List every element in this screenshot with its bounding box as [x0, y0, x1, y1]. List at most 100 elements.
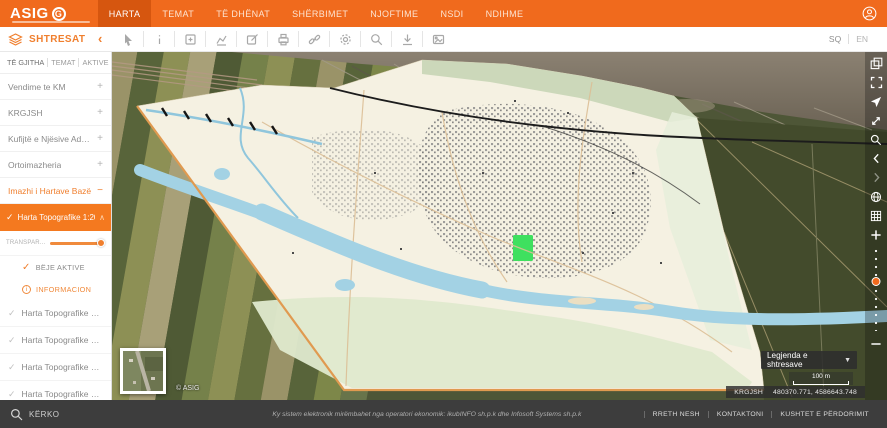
group-ortoimazheria[interactable]: Ortoimazheria+: [0, 152, 111, 178]
zoom-in-icon[interactable]: [869, 228, 883, 241]
nav-item-ndihme[interactable]: NDIHME: [475, 0, 535, 27]
layers-sidebar: TË GJITHA TEMAT AKTIVE ⚙ Vendime te KM+ …: [0, 52, 112, 400]
link-kontaktoni[interactable]: KONTAKTONI: [708, 411, 772, 418]
next-extent-icon[interactable]: [869, 171, 883, 184]
info-icon: i: [22, 285, 31, 294]
tab-aktive[interactable]: AKTIVE: [78, 58, 111, 67]
make-active-action[interactable]: ✓ BËJE AKTIVE: [0, 256, 111, 279]
sidebar-tabs: TË GJITHA TEMAT AKTIVE ⚙: [0, 52, 111, 74]
group-kufijte[interactable]: Kufijtë e Njësive Administra...+: [0, 126, 111, 152]
search-area: [10, 408, 210, 421]
transparency-label: TRANSPAR...: [6, 240, 45, 246]
asig-logo[interactable]: ASIG G: [0, 0, 80, 27]
lang-en-button[interactable]: EN: [848, 34, 875, 44]
check-icon: ✓: [6, 212, 14, 223]
check-icon: ✓: [8, 389, 16, 400]
legend-dropdown[interactable]: Legjenda e shtresave ▼: [761, 351, 857, 369]
select-tool-icon[interactable]: [112, 31, 143, 47]
check-icon: ✓: [8, 335, 16, 346]
scale-bar: 100 m: [789, 372, 853, 385]
nav-item-njoftime[interactable]: NJOFTIME: [359, 0, 429, 27]
stadium-green: [513, 235, 533, 261]
share-link-tool-icon[interactable]: [298, 31, 329, 47]
layer-harta-topografike-25k[interactable]: ✓Harta Topografike 1:25...: [0, 327, 111, 354]
search-input[interactable]: [29, 410, 169, 419]
print-tool-icon[interactable]: [267, 31, 298, 47]
footer-links: RRETH NESH KONTAKTONI KUSHTET E PËRDORIM…: [644, 411, 877, 418]
map-canvas[interactable]: © ASIG Legjenda e shtresave ▼ 100 m KRGJ…: [112, 52, 887, 400]
zoom-out-icon[interactable]: [869, 337, 883, 350]
tab-te-gjitha[interactable]: TË GJITHA: [4, 58, 47, 67]
nav-item-te-dhenat[interactable]: TË DHËNAT: [205, 0, 281, 27]
tab-temat[interactable]: TEMAT: [47, 58, 78, 67]
zoom-slider-handle[interactable]: [872, 277, 881, 286]
sandbar: [634, 304, 654, 310]
plus-icon: +: [97, 159, 103, 170]
globe-icon[interactable]: [869, 190, 883, 203]
grid-icon[interactable]: [869, 209, 883, 222]
basemap-switcher-icon[interactable]: [869, 57, 883, 70]
logo-subtitle-line: [12, 21, 90, 23]
scale-bracket: [793, 381, 849, 385]
check-icon: ✓: [8, 308, 16, 319]
settings-tool-icon[interactable]: [329, 31, 360, 47]
zoom-slider[interactable]: [865, 247, 887, 331]
pond: [214, 168, 230, 180]
map-side-toolbar: [865, 52, 887, 400]
group-krgjsh[interactable]: KRGJSH+: [0, 100, 111, 126]
minus-icon: −: [97, 185, 103, 196]
plus-icon: +: [97, 107, 103, 118]
map-artwork: [112, 52, 887, 400]
layer-information-action[interactable]: i INFORMACION: [0, 279, 111, 300]
fullscreen-icon[interactable]: [869, 76, 883, 89]
link-kushtet[interactable]: KUSHTET E PËRDORIMIT: [771, 411, 877, 418]
locate-me-icon[interactable]: [869, 95, 883, 108]
nav-item-temat[interactable]: TEMAT: [151, 0, 205, 27]
nav-items: HARTA TEMAT TË DHËNAT SHËRBIMET NJOFTIME…: [98, 0, 535, 27]
group-imazhi-hartave-baze[interactable]: Imazhi i Hartave Bazë−: [0, 178, 111, 204]
overview-inset-map[interactable]: [120, 348, 166, 394]
layers-icon: [8, 33, 23, 46]
layer-harta-topografike-50k[interactable]: ✓Harta Topografike 1:50...: [0, 354, 111, 381]
screenshot-tool-icon[interactable]: [422, 31, 453, 47]
language-switch: SQ EN: [822, 34, 887, 44]
user-account-icon[interactable]: [862, 0, 887, 27]
panel-title-label: SHTRESAT: [29, 34, 85, 45]
check-icon: ✓: [22, 262, 31, 273]
nav-item-nsdi[interactable]: NSDI: [429, 0, 474, 27]
transparency-slider[interactable]: [50, 242, 102, 245]
active-layer-harta-topografike-20k[interactable]: ✓ Harta Topografike 1:20... ∧: [0, 204, 111, 231]
maintenance-note: Ky sistem elektronik mirëmbahet nga oper…: [210, 411, 644, 418]
previous-extent-icon[interactable]: [869, 152, 883, 165]
lang-sq-button[interactable]: SQ: [822, 34, 848, 44]
layer-harta-topografike-50k-2[interactable]: ✓Harta Topografike 1:50...: [0, 381, 111, 400]
map-toolbar: SHTRESAT ‹: [0, 27, 887, 52]
chevron-down-icon: ▼: [844, 357, 851, 364]
top-nav: ASIG G HARTA TEMAT TË DHËNAT SHËRBIMET N…: [0, 0, 887, 27]
search-icon: [10, 408, 23, 421]
nav-item-sherbimet[interactable]: SHËRBIMET: [281, 0, 359, 27]
slider-handle[interactable]: [97, 239, 105, 247]
panel-title: SHTRESAT: [0, 33, 96, 46]
search-tool-icon[interactable]: [360, 31, 391, 47]
group-vendime-km[interactable]: Vendime te KM+: [0, 74, 111, 100]
layer-harta-topografike-10k[interactable]: ✓Harta Topografike 1:10...: [0, 300, 111, 327]
collapse-layer-icon[interactable]: ∧: [99, 213, 105, 222]
info-tool-icon[interactable]: [143, 31, 174, 47]
sandbar: [568, 297, 596, 304]
nav-item-harta[interactable]: HARTA: [98, 0, 152, 27]
tool-buttons: [112, 31, 453, 47]
map-attribution: © ASIG: [176, 385, 199, 392]
bottom-bar: Ky sistem elektronik mirëmbahet nga oper…: [0, 400, 887, 428]
link-rreth-nesh[interactable]: RRETH NESH: [644, 411, 708, 418]
city-west: [312, 129, 435, 220]
plus-icon: +: [97, 81, 103, 92]
zoom-box-icon[interactable]: [869, 133, 883, 146]
download-tool-icon[interactable]: [391, 31, 422, 47]
transparency-row: TRANSPAR...: [0, 231, 111, 256]
add-layer-tool-icon[interactable]: [174, 31, 205, 47]
full-extent-icon[interactable]: [869, 114, 883, 127]
measure-tool-icon[interactable]: [205, 31, 236, 47]
collapse-panel-icon[interactable]: ‹: [96, 31, 112, 48]
edit-tool-icon[interactable]: [236, 31, 267, 47]
